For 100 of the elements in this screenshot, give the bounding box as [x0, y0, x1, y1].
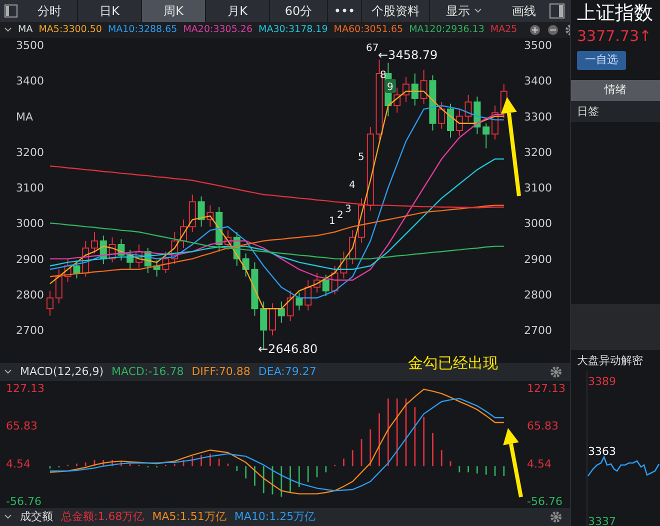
indicator-value: 总金额:1.68万亿	[61, 508, 144, 525]
candlestick	[242, 253, 250, 278]
axis-label: 3400	[524, 74, 552, 88]
candlestick	[46, 290, 54, 316]
candlestick	[304, 280, 312, 312]
indicator-label: MA	[18, 22, 33, 37]
caret-icon[interactable]	[4, 27, 12, 34]
axis-label: 3200	[16, 146, 44, 160]
axis-label: -56.76	[6, 495, 42, 508]
candlestick	[296, 292, 303, 312]
axis-label: -56.76	[527, 495, 562, 508]
candlestick	[216, 206, 223, 252]
ma-value: MA20:3305.26	[183, 22, 252, 37]
axis-label: 127.13	[527, 382, 566, 396]
alert-title: 大盘异动解密	[576, 353, 644, 370]
low-price-label: ←2646.80	[258, 342, 318, 356]
candlestick	[55, 269, 62, 304]
indicator-label: 成交额	[20, 508, 53, 525]
candlestick	[482, 123, 490, 149]
ma-value: MA25	[490, 22, 518, 37]
sequence-marker: 2	[337, 210, 344, 222]
candlestick	[126, 249, 134, 270]
price-label: 3337	[588, 515, 616, 526]
sequence-marker: 4	[349, 180, 356, 192]
settings-icon[interactable]	[550, 511, 562, 524]
candlestick	[438, 102, 446, 130]
candlestick	[492, 105, 498, 140]
price-label: 3363	[588, 445, 616, 458]
axis-label: 2700	[524, 324, 552, 338]
candlestick	[456, 108, 463, 136]
axis-label: 3500	[524, 39, 552, 52]
axis-label: 2700	[16, 324, 44, 338]
candlestick	[474, 96, 481, 135]
candlestick	[64, 258, 72, 283]
candlestick	[447, 103, 454, 138]
sidebar-tab[interactable]: 情绪	[571, 80, 660, 102]
axis-label: 2900	[16, 252, 44, 266]
axis-label: 65.83	[527, 420, 558, 433]
candlestick	[180, 219, 187, 249]
indicator-value: DEA:79.27	[258, 364, 316, 380]
axis-label: 3200	[524, 146, 552, 160]
panel-toggle-icon[interactable]	[549, 3, 565, 19]
index-price: 3377.73↑	[576, 26, 653, 47]
candlestick	[286, 290, 294, 322]
marker-tag	[385, 79, 396, 94]
high-price-label: ←3458.79	[378, 48, 438, 62]
draw-button[interactable]: 画线	[504, 0, 544, 22]
sequence-marker: 5	[358, 152, 364, 164]
ma-value: MA10:3288.65	[108, 22, 178, 37]
axis-label: 65.83	[6, 420, 38, 433]
axis-label: 3000	[524, 217, 552, 230]
zoom-in-icon[interactable]	[529, 24, 542, 36]
axis-label: 2900	[524, 252, 552, 266]
axis-label: 4.54	[6, 457, 30, 470]
candlestick	[233, 232, 240, 267]
display-label: 显示	[446, 3, 470, 20]
caret-icon[interactable]	[4, 369, 12, 376]
annotation-text: 金勾已经出现	[408, 353, 498, 374]
axis-label: MA	[16, 110, 34, 124]
candlestick	[411, 73, 418, 106]
period-tab[interactable]: 周K	[142, 0, 206, 22]
indicator-label: MACD(12,26,9)	[20, 364, 104, 380]
candlestick	[251, 262, 258, 316]
axis-label: 3000	[16, 217, 44, 230]
daily-sign-row[interactable]: 日签	[571, 101, 660, 122]
candlestick	[91, 232, 98, 254]
indicator-value: MA10:1.25万亿	[234, 508, 316, 525]
caret-icon[interactable]	[4, 514, 12, 520]
axis-label: 3300	[524, 110, 552, 124]
caret-icon	[474, 8, 482, 14]
ma-value: MA5:3300.50	[38, 22, 102, 37]
candlestick	[100, 235, 107, 265]
candlestick	[224, 230, 232, 250]
axis-label: 3100	[16, 182, 44, 195]
zoom-out-icon[interactable]	[547, 24, 560, 36]
candlestick	[162, 251, 170, 274]
watchlist-button[interactable]: 一自选	[577, 51, 626, 70]
candlestick	[153, 260, 160, 278]
pointer-arrow	[503, 428, 523, 498]
candlestick	[314, 272, 320, 294]
candlestick	[144, 248, 152, 274]
indicator-value: MACD:-16.78	[112, 364, 184, 380]
candlestick	[118, 238, 125, 262]
ma-value: MA120:2936.13	[409, 22, 484, 37]
candlestick	[322, 274, 330, 297]
candlestick	[171, 232, 178, 265]
ma-value: MA30:3178.19	[258, 22, 328, 37]
candlestick	[108, 237, 116, 263]
candlestick	[278, 301, 285, 324]
candlestick	[82, 240, 90, 278]
axis-label: 3400	[16, 74, 44, 88]
panel-toggle-icon[interactable]	[4, 4, 18, 18]
candlestick	[73, 260, 80, 279]
candlestick	[420, 70, 428, 104]
candlestick	[340, 251, 348, 279]
settings-icon[interactable]	[550, 366, 562, 378]
display-dropdown[interactable]: 显示	[446, 0, 504, 22]
sequence-marker: 9	[387, 82, 394, 94]
indicator-value: MA5:1.51万亿	[152, 508, 226, 525]
axis-label: 2800	[524, 288, 552, 302]
